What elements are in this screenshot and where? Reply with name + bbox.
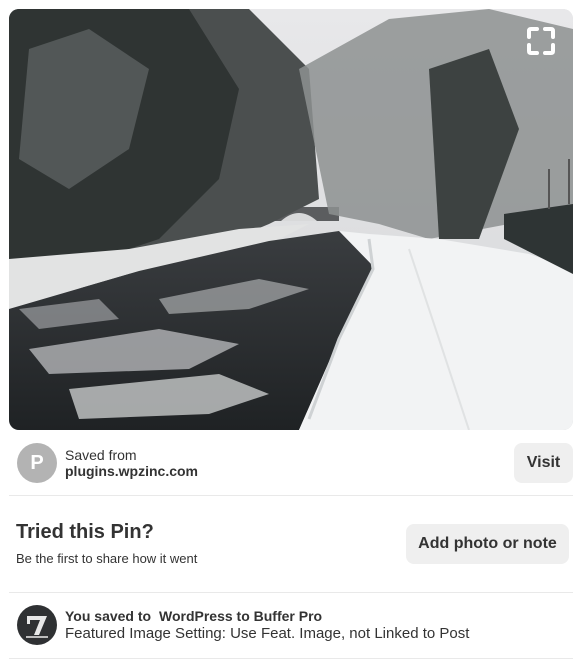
- source-domain-link[interactable]: plugins.wpzinc.com: [65, 463, 198, 479]
- board-avatar-logo[interactable]: [17, 605, 57, 645]
- add-photo-or-note-button[interactable]: Add photo or note: [406, 524, 569, 564]
- pin-image[interactable]: [9, 9, 573, 430]
- tried-title: Tried this Pin?: [16, 521, 154, 543]
- tried-subtitle: Be the first to share how it went: [16, 551, 198, 566]
- pin-description: Featured Image Setting: Use Feat. Image,…: [65, 625, 470, 642]
- saved-from-row: P Saved from plugins.wpzinc.com Visit: [17, 443, 573, 483]
- activity-text: You saved to WordPress to Buffer Pro Fea…: [65, 607, 469, 643]
- divider: [9, 495, 573, 496]
- activity-prefix: You saved to: [65, 608, 152, 624]
- divider: [9, 658, 573, 659]
- activity-saved-line: You saved to WordPress to Buffer Pro: [65, 607, 469, 625]
- activity-row: You saved to WordPress to Buffer Pro Fea…: [17, 604, 573, 646]
- visit-button[interactable]: Visit: [514, 443, 573, 483]
- pin-photo: [9, 9, 573, 430]
- expand-icon[interactable]: [525, 25, 557, 57]
- board-name-link[interactable]: WordPress to Buffer Pro: [159, 608, 322, 624]
- saved-from-text: Saved from plugins.wpzinc.com: [65, 447, 198, 479]
- divider: [9, 592, 573, 593]
- source-avatar[interactable]: P: [17, 443, 57, 483]
- saved-from-label: Saved from: [65, 447, 137, 463]
